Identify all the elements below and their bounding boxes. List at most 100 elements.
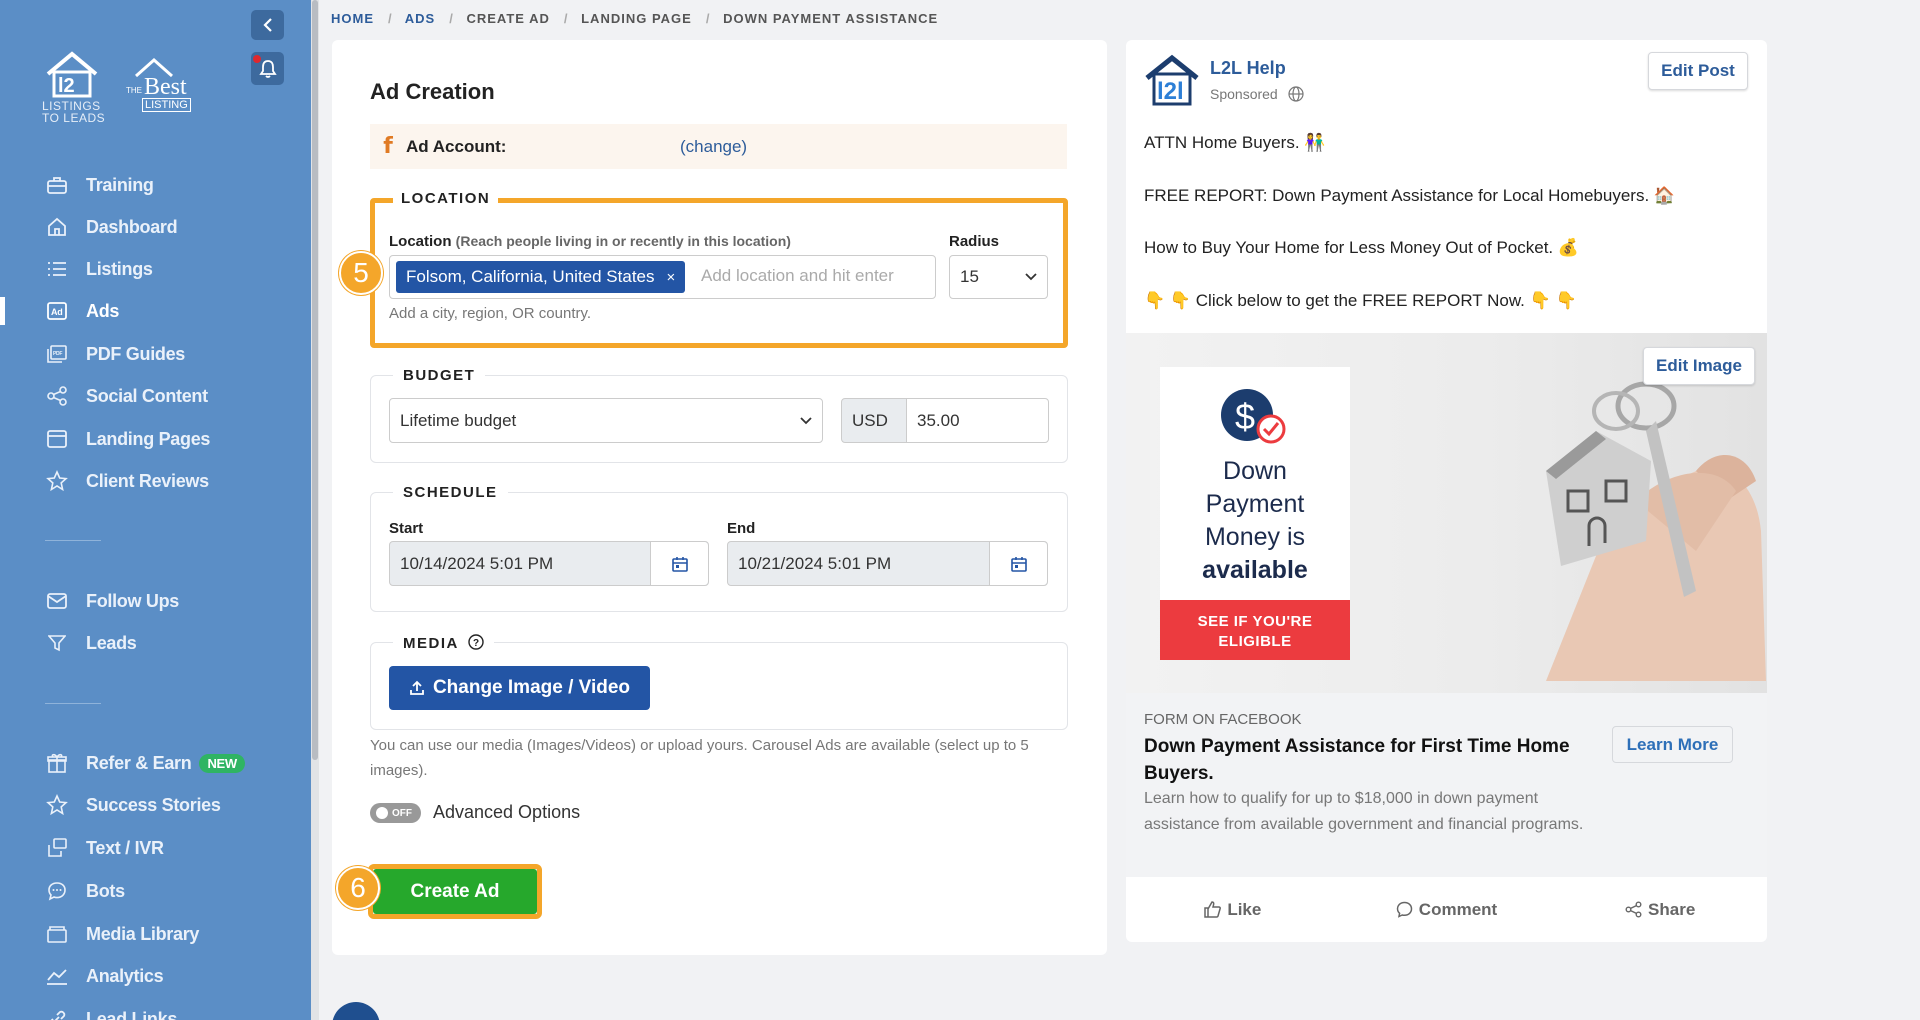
flyer-line: Money is	[1204, 523, 1306, 551]
sidebar-item-label: PDF Guides	[86, 343, 186, 364]
home-icon	[46, 216, 68, 238]
scrollbar-thumb[interactable]	[312, 0, 318, 760]
end-label: End	[727, 520, 756, 537]
location-label-hint: (Reach people living in or recently in t…	[455, 233, 791, 249]
media-legend-text: MEDIA	[403, 635, 459, 652]
page-name[interactable]: L2L Help	[1210, 58, 1286, 79]
edit-post-button[interactable]: Edit Post	[1648, 52, 1748, 90]
step-badge-5: 5	[339, 251, 383, 295]
comment-label: Comment	[1418, 899, 1498, 919]
calendar-icon	[1010, 556, 1027, 572]
sidebar-item-text-ivr[interactable]: Text / IVR	[0, 830, 311, 866]
folder-icon	[46, 923, 68, 945]
share-icon	[1625, 901, 1642, 918]
sidebar-item-listings[interactable]: Listings	[0, 251, 311, 287]
edit-image-button[interactable]: Edit Image	[1643, 347, 1755, 385]
star-icon	[46, 794, 68, 816]
sidebar-item-label: Media Library	[86, 923, 200, 944]
sidebar-item-label: Refer & Earn	[86, 752, 192, 773]
comment-button[interactable]: Comment	[1340, 900, 1554, 920]
listings-to-leads-logo: l2 LISTINGS TO LEADS	[42, 50, 114, 130]
bell-icon	[258, 59, 277, 78]
currency-addon: USD	[841, 398, 907, 443]
ad-account-row: f Ad Account: (change)	[370, 124, 1067, 169]
start-date-input[interactable]: 10/14/2024 5:01 PM	[389, 541, 709, 586]
sidebar-item-label: Dashboard	[86, 216, 178, 237]
budget-type-select[interactable]: Lifetime budget	[389, 398, 823, 443]
sidebar-item-landing-pages[interactable]: Landing Pages	[0, 421, 311, 457]
breadcrumb-ads[interactable]: ADS	[405, 11, 435, 26]
sidebar-item-refer-earn[interactable]: Refer & Earn NEW	[0, 745, 311, 781]
sidebar-item-lead-links[interactable]: Lead Links	[0, 1001, 311, 1020]
upload-icon	[410, 680, 424, 695]
sidebar-item-client-reviews[interactable]: Client Reviews	[0, 463, 311, 499]
location-label: Location (Reach people living in or rece…	[389, 233, 791, 250]
sidebar: l2 LISTINGS TO LEADS THE Best LISTING Tra…	[0, 0, 311, 1020]
schedule-legend: SCHEDULE	[393, 484, 508, 501]
sidebar-item-leads[interactable]: Leads	[0, 625, 311, 661]
logo-caption-2: TO LEADS	[42, 111, 106, 125]
advanced-options-toggle[interactable]: OFF	[370, 803, 421, 823]
pdf-icon: PDF	[46, 343, 68, 365]
post-text-line: ATTN Home Buyers. 👫	[1144, 133, 1326, 152]
share-label: Share	[1648, 899, 1696, 919]
radius-select[interactable]: 15	[949, 255, 1048, 299]
sidebar-item-label: Leads	[86, 632, 137, 653]
sidebar-item-bots[interactable]: Bots	[0, 873, 311, 909]
flyer-cta: SEE IF YOU'RE ELIGIBLE	[1160, 600, 1350, 660]
breadcrumb-create-ad: CREATE AD	[466, 11, 550, 26]
calendar-button[interactable]	[650, 542, 708, 585]
ad-account-label: Ad Account:	[406, 136, 507, 156]
sidebar-item-pdf-guides[interactable]: PDF PDF Guides	[0, 336, 311, 372]
sidebar-item-media-library[interactable]: Media Library	[0, 916, 311, 952]
calendar-button[interactable]	[989, 542, 1047, 585]
budget-amount-input[interactable]: 35.00	[906, 398, 1049, 443]
chevron-down-icon	[1025, 273, 1037, 281]
logo-listing: LISTING	[142, 98, 191, 112]
sidebar-item-ads[interactable]: Ad Ads	[0, 293, 311, 329]
sidebar-item-analytics[interactable]: Analytics	[0, 958, 311, 994]
create-ad-button[interactable]: Create Ad	[373, 869, 537, 914]
sidebar-item-success-stories[interactable]: Success Stories	[0, 787, 311, 823]
svg-text:PDF: PDF	[53, 351, 62, 357]
toggle-state: OFF	[392, 807, 412, 819]
sidebar-item-label: Success Stories	[86, 794, 221, 815]
help-circle-icon[interactable]: ?	[468, 634, 484, 650]
sidebar-scrollbar[interactable]	[311, 0, 319, 1020]
hand-keys-illustration	[1546, 381, 1766, 681]
share-button[interactable]: Share	[1553, 900, 1767, 920]
flyer-cta-line: ELIGIBLE	[1218, 633, 1292, 650]
breadcrumb-separator: /	[449, 11, 454, 26]
location-placeholder: Add location and hit enter	[701, 266, 894, 285]
globe-icon	[1288, 86, 1304, 102]
start-date-value: 10/14/2024 5:01 PM	[400, 553, 554, 573]
sidebar-item-social-content[interactable]: Social Content	[0, 378, 311, 414]
learn-more-button[interactable]: Learn More	[1612, 726, 1733, 763]
like-button[interactable]: Like	[1126, 900, 1340, 920]
start-label: Start	[389, 520, 424, 537]
flyer-cta-line: SEE IF YOU'RE	[1197, 613, 1313, 630]
ad-headline: Down Payment Assistance for First Time H…	[1144, 736, 1570, 784]
sidebar-item-dashboard[interactable]: Dashboard	[0, 209, 311, 245]
dollar-check-icon: $	[1221, 389, 1286, 444]
breadcrumb-home[interactable]: HOME	[331, 11, 374, 26]
l2l-avatar-logo: l2l	[1145, 54, 1199, 106]
end-date-input[interactable]: 10/21/2024 5:01 PM	[727, 541, 1048, 586]
chart-icon	[46, 965, 68, 987]
comment-icon	[1396, 901, 1413, 918]
change-account-link[interactable]: (change)	[680, 137, 747, 157]
collapse-sidebar-button[interactable]	[251, 10, 284, 40]
change-media-button[interactable]: Change Image / Video	[389, 666, 650, 710]
flyer-headline: Down Payment Money is available	[1160, 455, 1350, 587]
budget-amount-value: 35.00	[917, 410, 960, 430]
radius-value: 15	[960, 267, 979, 286]
sidebar-item-label: Bots	[86, 880, 125, 901]
chevron-down-icon	[800, 416, 812, 424]
ad-flyer: $ Down Payment Money is available SEE IF…	[1160, 367, 1350, 660]
sidebar-item-follow-ups[interactable]: Follow Ups	[0, 583, 311, 619]
sidebar-item-training[interactable]: Training	[0, 167, 311, 203]
remove-tag-icon[interactable]: ×	[667, 269, 676, 286]
post-text-line: FREE REPORT: Down Payment Assistance for…	[1144, 186, 1676, 205]
notifications-button[interactable]	[251, 52, 284, 85]
chat-widget-button[interactable]	[332, 1002, 380, 1020]
